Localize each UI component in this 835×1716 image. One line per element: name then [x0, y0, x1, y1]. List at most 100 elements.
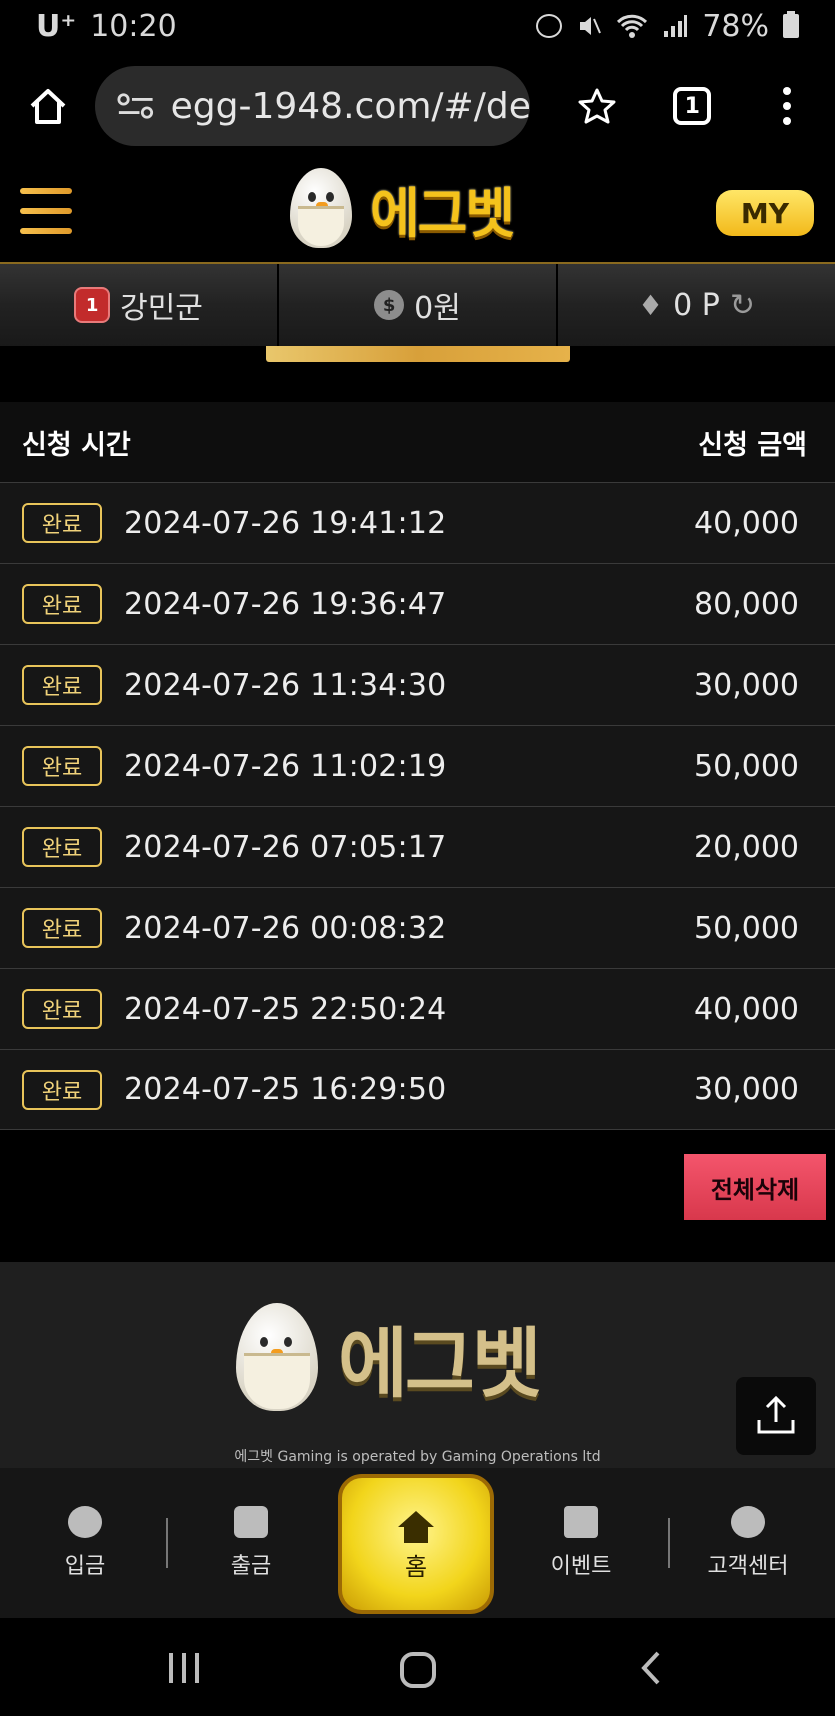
signal-icon	[664, 15, 688, 37]
nav-deposit-label: 입금	[64, 1554, 106, 1579]
table-row: 완료 2024-07-26 00:08:32 50,000	[0, 887, 835, 968]
site-logo[interactable]: 에그벳	[290, 168, 515, 248]
request-time: 2024-07-26 00:08:32	[124, 910, 447, 946]
status-icons: 78%	[536, 9, 799, 44]
request-time: 2024-07-26 19:41:12	[124, 505, 447, 541]
clock: 10:20	[90, 8, 177, 44]
system-navigation-bar	[0, 1618, 835, 1716]
column-header-amount: 신청 금액	[698, 429, 807, 461]
nav-home-button[interactable]: 홈	[338, 1474, 494, 1614]
battery-percent: 78%	[702, 8, 769, 44]
battery-icon	[783, 11, 799, 38]
copyright-text: 에그벳 Gaming is operated by Gaming Operati…	[234, 1449, 601, 1465]
home-icon	[398, 1510, 434, 1543]
status-badge: 완료	[22, 908, 102, 948]
table-header: 신청 시간 신청 금액	[0, 402, 835, 482]
nav-withdraw[interactable]: 출금	[191, 1506, 311, 1580]
tab-count: 1	[673, 87, 712, 125]
logo-text: 에그벳	[370, 181, 515, 245]
star-icon	[578, 88, 616, 124]
nav-event-label: 이벤트	[550, 1554, 612, 1579]
egg-mascot-icon	[236, 1303, 318, 1411]
tab-switcher-button[interactable]: 1	[645, 58, 740, 154]
browser-toolbar: egg-1948.com/#/dep 1	[0, 52, 835, 160]
egg-mascot-icon	[290, 168, 352, 248]
home-circle-icon[interactable]	[398, 1650, 438, 1690]
status-badge: 완료	[22, 989, 102, 1029]
my-page-button[interactable]: MY	[716, 190, 814, 236]
share-upload-icon	[757, 1395, 795, 1434]
request-time: 2024-07-25 16:29:50	[124, 1072, 447, 1107]
deposit-coin-icon	[68, 1506, 102, 1538]
table-row: 완료 2024-07-26 07:05:17 20,000	[0, 806, 835, 887]
status-badge: 완료	[22, 827, 102, 867]
nav-support[interactable]: 고객센터	[688, 1506, 808, 1580]
hamburger-menu-icon[interactable]	[20, 188, 72, 234]
money-balance: 0원	[414, 291, 461, 326]
table-row: 완료 2024-07-26 19:41:12 40,000	[0, 482, 835, 563]
alarm-icon	[536, 14, 563, 38]
table-row: 완료 2024-07-26 11:34:30 30,000	[0, 644, 835, 725]
recent-apps-icon[interactable]	[166, 1650, 202, 1686]
request-amount: 30,000	[694, 1072, 799, 1107]
nav-event[interactable]: 이벤트	[521, 1506, 641, 1580]
rocket-icon	[564, 1506, 598, 1538]
user-name-cell: 1 강민군	[0, 264, 277, 346]
request-amount: 80,000	[694, 586, 799, 622]
browser-home-button[interactable]	[0, 58, 95, 154]
bookmark-button[interactable]	[550, 58, 645, 154]
site-settings-icon[interactable]	[117, 91, 154, 121]
address-bar[interactable]: egg-1948.com/#/dep	[95, 66, 530, 146]
request-time: 2024-07-25 22:50:24	[124, 991, 447, 1027]
request-amount: 40,000	[694, 991, 799, 1027]
request-amount: 20,000	[694, 829, 799, 865]
table-body: 완료 2024-07-26 19:41:12 40,000 완료 2024-07-26 …	[0, 482, 835, 1130]
table-row: 완료 2024-07-26 11:02:19 50,000	[0, 725, 835, 806]
table-row: 완료 2024-07-25 22:50:24 40,000	[0, 968, 835, 1049]
scroll-to-top-button[interactable]	[736, 1377, 816, 1455]
table-row: 완료 2024-07-26 19:36:47 80,000	[0, 563, 835, 644]
footer: 에그벳 에그벳 Gaming is operated by Gaming Ope…	[0, 1262, 835, 1468]
status-badge: 완료	[22, 665, 102, 705]
request-amount: 50,000	[694, 910, 799, 946]
footer-logo: 에그벳	[236, 1302, 542, 1412]
wallet-icon	[234, 1506, 268, 1538]
user-info-bar: 1 강민군 $ 0원 ♦ 0 P ↻	[0, 262, 835, 346]
app-header: 에그벳 MY	[0, 160, 835, 262]
more-vert-icon	[783, 87, 792, 125]
status-badge: 완료	[22, 503, 102, 543]
request-time: 2024-07-26 19:36:47	[124, 586, 447, 622]
request-amount: 40,000	[694, 505, 799, 541]
status-bar: U⁺ 10:20 78%	[0, 0, 835, 52]
request-amount: 30,000	[694, 667, 799, 703]
username: 강민군	[120, 291, 203, 326]
nav-deposit[interactable]: 입금	[25, 1506, 145, 1580]
chat-bubble-icon	[731, 1506, 765, 1538]
request-time: 2024-07-26 07:05:17	[124, 829, 447, 865]
carrier-label: U⁺	[36, 8, 77, 44]
nav-support-label: 고객센터	[707, 1554, 789, 1579]
diamond-icon: ♦	[638, 288, 664, 322]
mute-icon	[580, 17, 602, 35]
bottom-navigation: 입금 출금 홈 이벤트 고객센터	[0, 1468, 835, 1618]
browser-menu-button[interactable]	[740, 58, 835, 154]
deposit-history-table: 신청 시간 신청 금액 완료 2024-07-26 19:41:12 40,000 완…	[0, 402, 835, 1130]
coin-icon: $	[374, 290, 405, 320]
request-amount: 50,000	[694, 748, 799, 784]
money-cell: $ 0원	[277, 264, 556, 346]
nav-home-label: 홈	[404, 1552, 428, 1581]
status-badge: 완료	[22, 746, 102, 786]
request-time: 2024-07-26 11:34:30	[124, 667, 447, 703]
delete-all-button[interactable]: 전체삭제	[684, 1154, 826, 1220]
active-tab-indicator	[266, 346, 570, 362]
nav-divider	[166, 1518, 168, 1568]
status-badge: 완료	[22, 584, 102, 624]
nav-withdraw-label: 출금	[230, 1554, 272, 1579]
level-badge-icon: 1	[74, 287, 111, 323]
status-badge: 완료	[22, 1069, 102, 1110]
home-icon	[30, 89, 65, 124]
nav-divider	[668, 1518, 670, 1568]
back-icon[interactable]	[636, 1650, 666, 1686]
points-cell: ♦ 0 P ↻	[556, 264, 835, 346]
refresh-icon[interactable]: ↻	[730, 288, 755, 323]
